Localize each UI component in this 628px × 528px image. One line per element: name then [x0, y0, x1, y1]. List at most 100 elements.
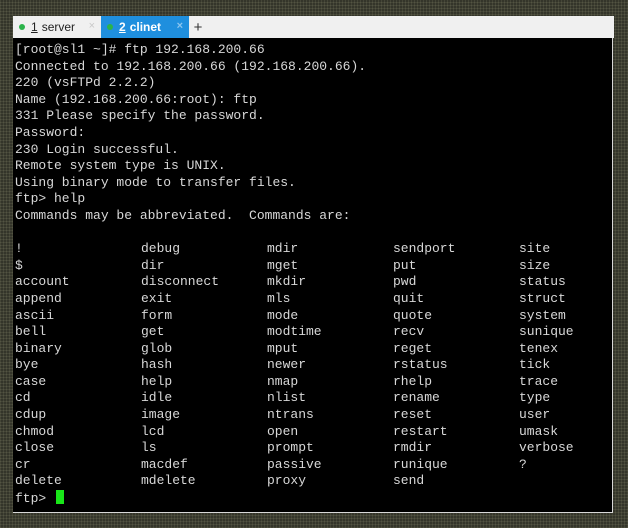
command-item: exit: [141, 290, 173, 306]
command-item: passive: [267, 456, 322, 472]
command-item: mdelete: [141, 473, 196, 489]
command-item: modtime: [267, 324, 322, 340]
command-item: mdir: [267, 241, 299, 257]
command-item: umask: [519, 423, 559, 439]
command-item: disconnect: [141, 274, 220, 290]
command-item: runique: [393, 456, 448, 472]
command-item: mget: [267, 257, 299, 273]
command-item: ascii: [15, 307, 55, 323]
command-item: tick: [519, 357, 551, 373]
command-item: rhelp: [393, 373, 433, 389]
close-icon[interactable]: ×: [177, 20, 183, 32]
command-item: pwd: [393, 274, 417, 290]
terminal-line: Connected to 192.168.200.66 (192.168.200…: [15, 58, 367, 74]
command-item: trace: [519, 373, 559, 389]
command-item: tenex: [519, 340, 559, 356]
command-item: nmap: [267, 373, 299, 389]
command-item: bell: [15, 324, 47, 340]
terminal-line: Password:: [15, 124, 86, 140]
tab-bar: 1 server × 2 clinet × +: [13, 16, 614, 38]
terminal-line: ftp> help: [15, 191, 86, 207]
command-item: size: [519, 257, 551, 273]
tab-number: 1: [31, 20, 38, 34]
cursor-icon: [56, 490, 65, 505]
terminal-line: 220 (vsFTPd 2.2.2): [15, 75, 156, 91]
command-item: chmod: [15, 423, 55, 439]
tab-label: clinet: [129, 20, 162, 34]
command-item: type: [519, 390, 551, 406]
command-item: lcd: [141, 423, 165, 439]
command-item: prompt: [267, 440, 314, 456]
command-item: nlist: [267, 390, 307, 406]
tab-label: server: [41, 20, 76, 34]
command-item: get: [141, 324, 165, 340]
command-item: mput: [267, 340, 299, 356]
command-item: hash: [141, 357, 173, 373]
command-item: glob: [141, 340, 173, 356]
command-list: ! debug mdir sendport site $ dir mget put size acc…: [15, 241, 612, 490]
command-item: [519, 473, 628, 490]
command-item: quit: [393, 290, 425, 306]
command-item: struct: [519, 290, 566, 306]
close-icon[interactable]: ×: [89, 20, 95, 32]
command-item: cdup: [15, 407, 47, 423]
terminal-line: Remote system type is UNIX.: [15, 158, 226, 174]
command-item: account: [15, 274, 70, 290]
command-item: mode: [267, 307, 299, 323]
command-item: site: [519, 241, 551, 257]
command-item: case: [15, 373, 47, 389]
status-dot-icon: [19, 24, 25, 30]
command-item: proxy: [267, 473, 307, 489]
command-item: user: [519, 407, 551, 423]
command-item: ?: [519, 456, 527, 472]
command-item: newer: [267, 357, 307, 373]
status-dot-icon: [107, 24, 113, 30]
command-item: macdef: [141, 456, 188, 472]
command-item: open: [267, 423, 299, 439]
command-item: !: [15, 241, 23, 257]
command-item: image: [141, 407, 181, 423]
command-item: dir: [141, 257, 165, 273]
new-tab-button[interactable]: +: [190, 16, 206, 38]
command-item: system: [519, 307, 566, 323]
terminal-line: [root@sl1 ~]# ftp 192.168.200.66: [15, 42, 265, 57]
command-item: rmdir: [393, 440, 433, 456]
terminal-line: Name (192.168.200.66:root): ftp: [15, 91, 257, 107]
command-item: recv: [393, 324, 425, 340]
terminal-line: 331 Please specify the password.: [15, 108, 265, 124]
command-item: bye: [15, 357, 39, 373]
command-item: reset: [393, 407, 433, 423]
command-item: binary: [15, 340, 62, 356]
tab-number: 2: [119, 20, 126, 34]
prompt: ftp>: [15, 491, 55, 507]
command-item: send: [393, 473, 425, 489]
command-item: reget: [393, 340, 433, 356]
command-item: mls: [267, 290, 291, 306]
command-item: quote: [393, 307, 433, 323]
command-item: delete: [15, 473, 62, 489]
command-item: status: [519, 274, 566, 290]
command-item: close: [15, 440, 55, 456]
command-item: put: [393, 257, 417, 273]
command-item: form: [141, 307, 173, 323]
command-item: $: [15, 257, 23, 273]
terminal-line: Commands may be abbreviated. Commands ar…: [15, 207, 351, 223]
command-item: help: [141, 373, 173, 389]
command-item: cr: [15, 456, 31, 472]
terminal-output[interactable]: [root@sl1 ~]# ftp 192.168.200.66 Connecte…: [13, 38, 613, 513]
command-item: rstatus: [393, 357, 448, 373]
command-item: idle: [141, 390, 173, 406]
command-item: restart: [393, 423, 448, 439]
command-item: rename: [393, 390, 440, 406]
tab-server[interactable]: 1 server ×: [13, 16, 101, 38]
tab-clinet[interactable]: 2 clinet ×: [101, 16, 189, 38]
command-item: append: [15, 290, 62, 306]
command-item: debug: [141, 241, 181, 257]
command-item: mkdir: [267, 274, 307, 290]
command-item: verbose: [519, 440, 574, 456]
command-item: sunique: [519, 324, 574, 340]
command-item: cd: [15, 390, 31, 406]
command-item: sendport: [393, 241, 456, 257]
prompt-line[interactable]: ftp>: [15, 490, 612, 507]
